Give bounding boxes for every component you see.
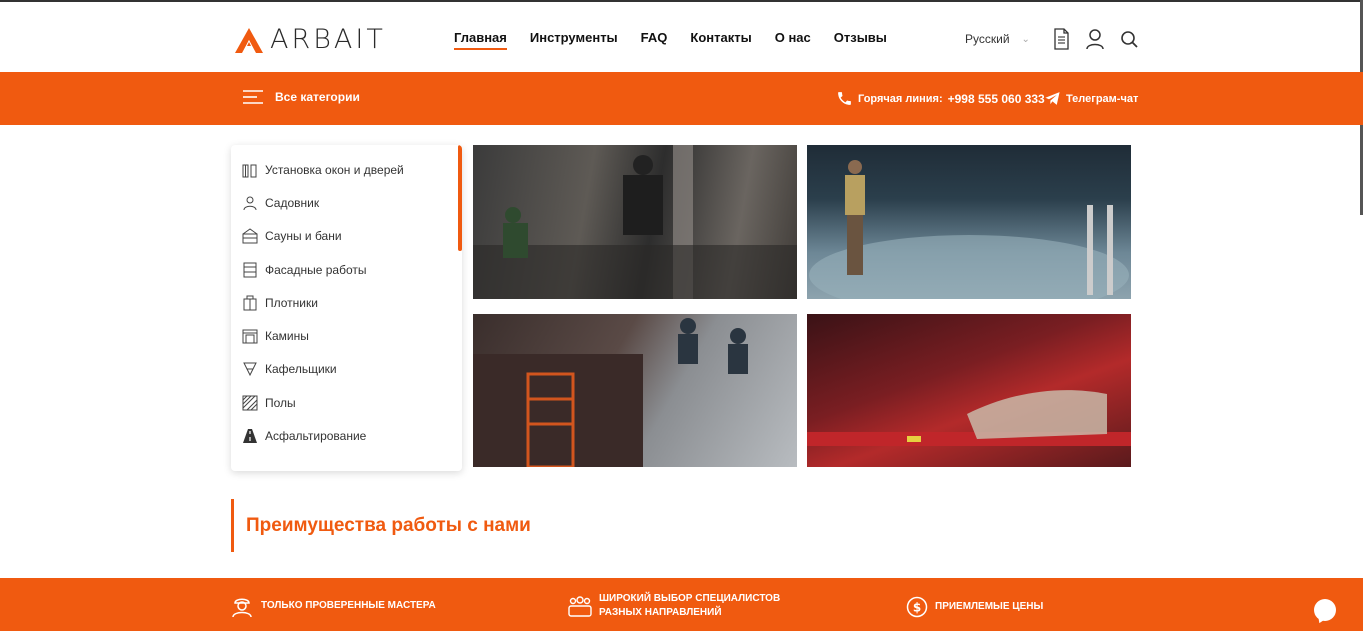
- nav-reviews[interactable]: Отзывы: [834, 30, 887, 50]
- photo-pool-cleaning[interactable]: [807, 145, 1131, 299]
- menu-icon: [243, 90, 263, 104]
- category-list: Установка окон и дверей Садовник Сауны и…: [231, 145, 462, 453]
- tile-icon: [241, 360, 259, 378]
- category-item[interactable]: Камины: [231, 319, 462, 352]
- logo[interactable]: ARBAIT: [234, 24, 386, 55]
- top-header: ARBAIT Главная Инструменты FAQ Контакты …: [0, 0, 1363, 72]
- photo-tiling[interactable]: [807, 314, 1131, 467]
- svg-text:$: $: [913, 601, 921, 615]
- category-label: Сауны и бани: [265, 229, 342, 244]
- advantages-heading-block: Преимущества работы с нами: [231, 499, 531, 552]
- feature-verified-masters: Только проверенные мастера: [230, 594, 436, 618]
- photo-facade-work[interactable]: [473, 314, 797, 467]
- category-label: Полы: [265, 395, 296, 410]
- photo-window-installation[interactable]: [473, 145, 797, 299]
- features-bar: Только проверенные мастера Широкий выбор…: [0, 578, 1363, 631]
- category-item[interactable]: Установка окон и дверей: [231, 153, 462, 186]
- all-categories-button[interactable]: Все категории: [243, 90, 360, 104]
- feature-acceptable-prices: $ Приемлемые цены: [906, 596, 1043, 618]
- floor-icon: [241, 394, 259, 412]
- category-label: Установка окон и дверей: [265, 162, 404, 177]
- category-item[interactable]: Кафельщики: [231, 353, 462, 386]
- feature-text-2: разных направлений: [599, 607, 722, 618]
- sauna-icon: [241, 227, 259, 245]
- sidebar-scrollbar[interactable]: [458, 145, 462, 251]
- category-sidebar: Установка окон и дверей Садовник Сауны и…: [231, 145, 462, 471]
- language-select[interactable]: Русский ⌄: [965, 32, 1030, 46]
- chevron-down-icon: ⌄: [1021, 33, 1030, 45]
- category-label: Камины: [265, 329, 309, 344]
- category-bar: Все категории Горячая линия: +998 555 06…: [0, 72, 1363, 125]
- feature-wide-choice: Широкий выбор специалистов разных направ…: [568, 592, 780, 620]
- category-label: Плотники: [265, 295, 318, 310]
- advantages-title: Преимущества работы с нами: [246, 514, 531, 536]
- category-item[interactable]: Полы: [231, 386, 462, 419]
- telegram-icon: [1045, 92, 1060, 105]
- nav-home[interactable]: Главная: [454, 30, 507, 50]
- category-item[interactable]: Садовник: [231, 186, 462, 219]
- photo-scaffolding: [473, 318, 748, 467]
- feature-text: Приемлемые цены: [935, 601, 1044, 612]
- gardener-icon: [241, 194, 259, 212]
- feature-text: Только проверенные мастера: [261, 600, 436, 611]
- photo-workers-wall: [473, 145, 797, 299]
- window-door-icon: [241, 161, 259, 179]
- feature-text: Широкий выбор специалистов: [599, 593, 781, 604]
- category-label: Садовник: [265, 195, 320, 210]
- worker-icon: [232, 598, 252, 618]
- telegram-chat-link[interactable]: Телеграм-чат: [1044, 90, 1138, 107]
- nav-about[interactable]: О нас: [775, 30, 811, 50]
- category-label: Асфальтирование: [265, 429, 367, 444]
- carpenter-icon: [241, 294, 259, 312]
- nav-tools[interactable]: Инструменты: [530, 30, 618, 50]
- photo-level-tool: [807, 390, 1131, 446]
- user-icon[interactable]: [1085, 28, 1105, 50]
- nav-contacts[interactable]: Контакты: [690, 30, 751, 50]
- telegram-label: Телеграм-чат: [1066, 92, 1139, 105]
- asphalt-icon: [241, 427, 259, 445]
- logo-mark-icon: [235, 27, 263, 53]
- phone-icon: [838, 92, 851, 105]
- category-item[interactable]: Асфальтирование: [231, 419, 462, 452]
- photo-pool: [809, 160, 1129, 299]
- language-label: Русский: [965, 32, 1010, 46]
- category-label: Фасадные работы: [265, 262, 367, 277]
- category-item[interactable]: Фасадные работы: [231, 253, 462, 286]
- logo-text: ARBAIT: [270, 24, 386, 55]
- category-item[interactable]: Плотники: [231, 286, 462, 319]
- hotline[interactable]: Горячая линия: +998 555 060 333: [836, 90, 1045, 107]
- facade-icon: [241, 261, 259, 279]
- nav-faq[interactable]: FAQ: [641, 30, 668, 50]
- header-icons: [1051, 28, 1139, 50]
- hotline-phone: +998 555 060 333: [947, 91, 1045, 106]
- search-icon[interactable]: [1119, 28, 1139, 50]
- hotline-label: Горячая линия:: [858, 92, 943, 105]
- all-categories-label: Все категории: [275, 90, 360, 104]
- document-icon[interactable]: [1051, 28, 1071, 50]
- category-label: Кафельщики: [265, 362, 337, 377]
- chat-bubble-icon[interactable]: [1314, 599, 1336, 621]
- fireplace-icon: [241, 327, 259, 345]
- dollar-icon: $: [906, 596, 928, 618]
- category-item[interactable]: Сауны и бани: [231, 220, 462, 253]
- team-icon: [568, 596, 592, 617]
- main-nav: Главная Инструменты FAQ Контакты О нас О…: [454, 30, 910, 50]
